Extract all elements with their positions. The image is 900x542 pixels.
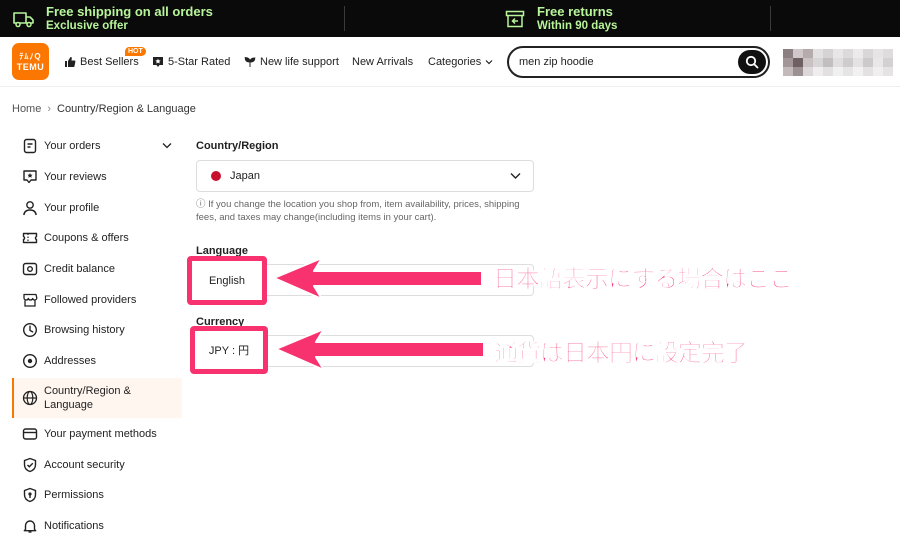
sidebar-item-your-reviews[interactable]: Your reviews: [12, 162, 182, 193]
logo-line-1: ﾃﾑﾉQ: [19, 52, 42, 61]
language-arrow: [273, 257, 483, 300]
shipping-subtitle: Exclusive offer: [46, 19, 128, 32]
best-sellers-label: Best Sellers: [80, 56, 139, 68]
sidebar-item-notifications[interactable]: Notifications: [12, 511, 182, 542]
sidebar-item-credit-balance[interactable]: Credit balance: [12, 254, 182, 285]
sidebar-item-label: Your profile: [44, 201, 100, 214]
nav-new-arrivals[interactable]: New Arrivals: [352, 37, 413, 87]
shield-icon: [21, 456, 39, 474]
sidebar-item-browsing-history[interactable]: Browsing history: [12, 315, 182, 346]
search-input[interactable]: [519, 53, 729, 71]
sidebar-item-country-region-language[interactable]: Country/Region & Language: [12, 377, 182, 418]
card-icon: [21, 425, 39, 443]
nav-best-sellers[interactable]: Best Sellers: [64, 37, 139, 87]
sidebar-item-label: Account security: [44, 458, 125, 471]
language-value: English: [208, 274, 246, 287]
currency-highlight[interactable]: JPY : 円: [190, 326, 268, 374]
location-icon: [21, 352, 39, 370]
sidebar-item-label: Browsing history: [44, 324, 125, 337]
currency-annotation: 通貨は日本円に設定完了: [494, 339, 749, 368]
account-menu-blurred[interactable]: [783, 49, 893, 76]
sidebar-item-followed-providers[interactable]: Followed providers: [12, 284, 182, 315]
thumbs-up-icon: [64, 56, 76, 68]
breadcrumb-home[interactable]: Home: [12, 103, 41, 115]
country-select[interactable]: Japan: [196, 160, 534, 192]
sidebar-item-label: Your payment methods: [44, 427, 157, 440]
sidebar-item-label: Notifications: [44, 519, 104, 532]
star-badge-icon: [152, 56, 164, 68]
breadcrumb-separator: ›: [47, 103, 52, 115]
clock-icon: [21, 321, 39, 339]
temu-logo[interactable]: ﾃﾑﾉQ TEMU: [12, 43, 49, 80]
promo-divider: [770, 6, 771, 31]
sidebar-item-label: Credit balance: [44, 263, 115, 276]
new-arrivals-label: New Arrivals: [352, 56, 414, 68]
sprout-icon: [244, 56, 256, 68]
five-star-label: 5-Star Rated: [168, 56, 231, 68]
truck-icon: [12, 7, 36, 31]
chevron-down-icon[interactable]: [162, 140, 172, 152]
country-region-heading: Country/Region: [196, 140, 279, 152]
language-annotation: 日本語表示にする場合はここ: [493, 265, 794, 294]
breadcrumb: Home › Country/Region & Language: [12, 103, 196, 115]
bell-icon: [21, 517, 39, 535]
sidebar-item-addresses[interactable]: Addresses: [12, 346, 182, 377]
chevron-down-icon: [510, 171, 521, 183]
language-highlight[interactable]: English: [187, 256, 267, 305]
returns-subtitle: Within 90 days: [537, 19, 618, 32]
currency-value: JPY : 円: [208, 345, 250, 357]
sidebar-item-coupons-offers[interactable]: Coupons & offers: [12, 223, 182, 254]
sidebar-item-payment-methods[interactable]: Your payment methods: [12, 419, 182, 450]
nav-new-life-support[interactable]: New life support: [244, 37, 339, 87]
sidebar-item-label: Your reviews: [44, 171, 107, 184]
store-icon: [21, 291, 39, 309]
free-returns-promo[interactable]: Free returns Within 90 days: [503, 0, 617, 37]
sidebar-item-label: Permissions: [44, 489, 104, 502]
sidebar-item-label: Country/Region & Language: [44, 384, 131, 411]
currency-arrow: [275, 328, 485, 371]
nav-five-star-rated[interactable]: 5-Star Rated: [152, 37, 230, 87]
chevron-down-icon: [485, 59, 493, 65]
sidebar-item-permissions[interactable]: Permissions: [12, 480, 182, 511]
nav-categories[interactable]: Categories: [428, 37, 493, 87]
japan-flag-icon: [211, 171, 221, 181]
search-icon: [745, 55, 759, 69]
globe-icon: [21, 389, 39, 407]
orders-icon: [21, 137, 39, 155]
hot-badge: HOT: [125, 47, 146, 56]
categories-label: Categories: [428, 56, 482, 68]
location-change-notice: ⓘ If you change the location you shop fr…: [196, 199, 520, 223]
free-shipping-promo[interactable]: Free shipping on all orders Exclusive of…: [12, 0, 213, 37]
sidebar-item-label: Addresses: [44, 355, 96, 368]
promo-divider: [344, 6, 345, 31]
returns-title: Free returns: [537, 3, 613, 19]
coupon-icon: [21, 229, 39, 247]
logo-line-2: TEMU: [16, 62, 45, 72]
sidebar-item-your-profile[interactable]: Your profile: [12, 192, 182, 223]
sidebar-item-label: Coupons & offers: [44, 232, 129, 245]
country-value: Japan: [230, 170, 260, 182]
sidebar-item-label: Followed providers: [44, 293, 137, 306]
profile-icon: [21, 199, 39, 217]
permissions-icon: [21, 486, 39, 504]
sidebar-item-account-security[interactable]: Account security: [12, 449, 182, 480]
credit-icon: [21, 260, 39, 278]
search-button[interactable]: [738, 50, 766, 74]
sidebar-item-your-orders[interactable]: Your orders: [12, 131, 182, 162]
shipping-title: Free shipping on all orders: [46, 3, 213, 19]
new-life-label: New life support: [260, 56, 339, 68]
sidebar-item-label: Your orders: [44, 140, 101, 153]
breadcrumb-current: Country/Region & Language: [57, 103, 196, 115]
return-box-icon: [503, 7, 527, 31]
reviews-icon: [21, 168, 39, 186]
site-header: ﾃﾑﾉQ TEMU Best Sellers HOT 5-Star Rated …: [0, 37, 900, 87]
account-sidebar: Your orders Your reviews Your profile Co…: [12, 131, 182, 541]
search-bar: [507, 46, 770, 78]
promo-bar: Free shipping on all orders Exclusive of…: [0, 0, 900, 37]
